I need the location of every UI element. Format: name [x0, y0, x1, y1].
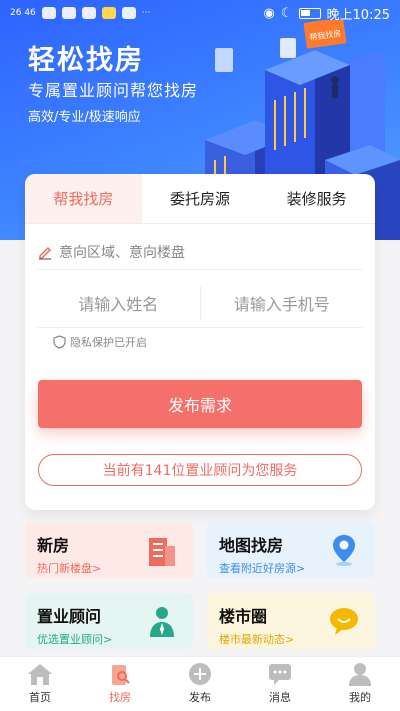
- region-input[interactable]: 意向区域、意向楼盘: [59, 242, 185, 262]
- name-input[interactable]: 请输入姓名: [37, 291, 200, 315]
- nav-label: 我的: [349, 691, 371, 704]
- app-icon: [41, 7, 56, 19]
- advisor-icon: [150, 607, 174, 637]
- plus-circle-icon: [189, 663, 211, 685]
- app-icon: [101, 7, 116, 19]
- request-card: 帮我找房 委托房源 装修服务 意向区域、意向楼盘 请输入姓名 请输入手机号 隐私…: [25, 174, 375, 510]
- tile-market-circle[interactable]: 楼市圈 楼市最新动态>: [207, 593, 375, 649]
- nav-label: 消息: [269, 691, 291, 704]
- submit-button[interactable]: 发布需求: [38, 380, 362, 428]
- home-icon: [28, 664, 52, 685]
- privacy-note: 隐私保护已开启: [53, 334, 147, 350]
- wechat-icon: [61, 7, 76, 19]
- tab-entrust-listing[interactable]: 委托房源: [142, 174, 259, 223]
- tile-new-homes[interactable]: 新房 热门新楼盘>: [25, 522, 193, 578]
- eye-icon: ◉: [263, 5, 275, 21]
- nav-home[interactable]: 首页: [0, 657, 80, 711]
- nav-label: 发布: [189, 691, 211, 704]
- nav-profile[interactable]: 我的: [320, 657, 400, 711]
- location-pin-icon: [333, 535, 355, 566]
- nav-publish[interactable]: 发布: [160, 657, 240, 711]
- app-icon: [121, 7, 136, 19]
- nav-label: 首页: [29, 691, 51, 704]
- nav-find-home[interactable]: 找房: [80, 657, 160, 711]
- contact-row: 请输入姓名 请输入手机号: [37, 278, 363, 328]
- chat-bubble-icon: [330, 608, 358, 635]
- find-home-icon: [112, 665, 130, 685]
- building-icon: [149, 538, 175, 566]
- hero-tags: 高效/专业/极速响应: [28, 110, 141, 125]
- message-icon: [269, 664, 291, 685]
- region-field[interactable]: 意向区域、意向楼盘: [37, 234, 363, 270]
- hero-title: 轻松找房: [28, 45, 144, 76]
- shield-icon: [53, 335, 66, 349]
- bottom-nav: 首页 找房 发布 消息 我的: [0, 656, 400, 711]
- advisor-count-button[interactable]: 当前有141位置业顾问为您服务: [38, 454, 362, 486]
- tab-renovation[interactable]: 装修服务: [258, 174, 375, 223]
- battery-icon: [298, 7, 321, 19]
- more-icon: ···: [141, 8, 151, 18]
- app-icon: [81, 7, 96, 19]
- tab-help-find[interactable]: 帮我找房: [25, 174, 142, 223]
- user-icon: [349, 663, 371, 686]
- hero-subtitle: 专属置业顾问帮您找房: [28, 81, 199, 100]
- moon-icon: ☾: [280, 5, 293, 21]
- tile-map-search[interactable]: 地图找房 查看附近好房源>: [207, 522, 375, 578]
- tile-advisors[interactable]: 置业顾问 优选置业顾问>: [25, 593, 193, 649]
- nav-label: 找房: [109, 691, 131, 704]
- phone-input[interactable]: 请输入手机号: [201, 291, 364, 315]
- signal-indicator: 26 46: [10, 8, 36, 18]
- pencil-icon: [39, 246, 52, 260]
- nav-messages[interactable]: 消息: [240, 657, 320, 711]
- tab-bar: 帮我找房 委托房源 装修服务: [25, 174, 375, 224]
- privacy-text: 隐私保护已开启: [70, 336, 147, 349]
